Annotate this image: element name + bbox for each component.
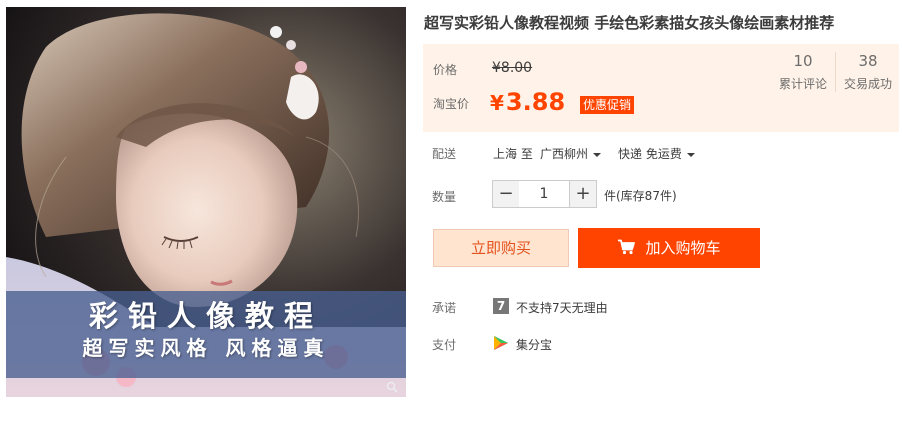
promo-amount: 3.88: [505, 88, 566, 116]
add-to-cart-label: 加入购物车: [645, 239, 721, 257]
sales-count: 38: [858, 52, 878, 70]
promise-text[interactable]: 不支持7天无理由: [516, 299, 608, 316]
promo-badge: 优惠促销: [580, 96, 635, 114]
zoom-icon[interactable]: [386, 381, 398, 393]
sales-count-stat: 38 交易成功: [837, 52, 899, 93]
seven-day-icon: 7: [493, 298, 509, 314]
review-count-stat[interactable]: 10 累计评论: [772, 52, 834, 93]
promo-price: ¥3.88: [490, 88, 565, 116]
payment-text[interactable]: 集分宝: [516, 336, 552, 353]
review-count: 10: [793, 52, 813, 70]
original-price: ¥8.00: [492, 60, 533, 76]
price-label: 价格: [433, 63, 458, 77]
jifenbao-icon: [494, 336, 508, 350]
promise-label: 承诺: [432, 301, 457, 315]
banner-subtitle: 超写实风格 风格逼真: [82, 336, 330, 360]
shipping-destination-select[interactable]: 广西柳州: [540, 144, 602, 164]
chevron-down-icon: [593, 152, 602, 157]
cart-icon: [618, 239, 636, 255]
promo-price-label: 淘宝价: [433, 97, 470, 111]
shipping-row: 配送 上海 至 广西柳州 快递 免运费: [432, 144, 902, 164]
quantity-input[interactable]: [519, 180, 569, 208]
shipping-label: 配送: [432, 147, 457, 161]
add-to-cart-button[interactable]: 加入购物车: [578, 228, 760, 268]
quantity-label: 数量: [432, 190, 457, 204]
quantity-decrease-button[interactable]: −: [492, 180, 520, 208]
shipping-destination: 广西柳州: [540, 147, 589, 161]
price-panel: 价格 ¥8.00 淘宝价 ¥3.88 优惠促销 10 累计评论 38 交易成功: [423, 44, 899, 132]
shipping-method: 快递 免运费: [618, 147, 682, 161]
stat-divider: [835, 52, 836, 92]
quantity-increase-button[interactable]: +: [569, 180, 597, 208]
banner-title: 彩铅人像教程: [88, 299, 323, 333]
product-title: 超写实彩铅人像教程视频 手绘色彩素描女孩头像绘画素材推荐: [424, 14, 835, 32]
sales-label: 交易成功: [843, 77, 892, 91]
product-image[interactable]: 彩铅人像教程 超写实风格 风格逼真: [6, 7, 406, 397]
stock-info: 件(库存87件): [604, 189, 677, 203]
buy-now-button[interactable]: 立即购买: [433, 229, 569, 267]
payment-label: 支付: [432, 338, 457, 352]
review-label: 累计评论: [778, 77, 827, 91]
image-banner: 彩铅人像教程 超写实风格 风格逼真: [6, 291, 406, 378]
chevron-down-icon: [686, 152, 695, 157]
shipping-from: 上海 至: [493, 147, 533, 161]
promo-currency: ¥: [490, 91, 504, 115]
shipping-method-select[interactable]: 快递 免运费: [618, 144, 695, 164]
